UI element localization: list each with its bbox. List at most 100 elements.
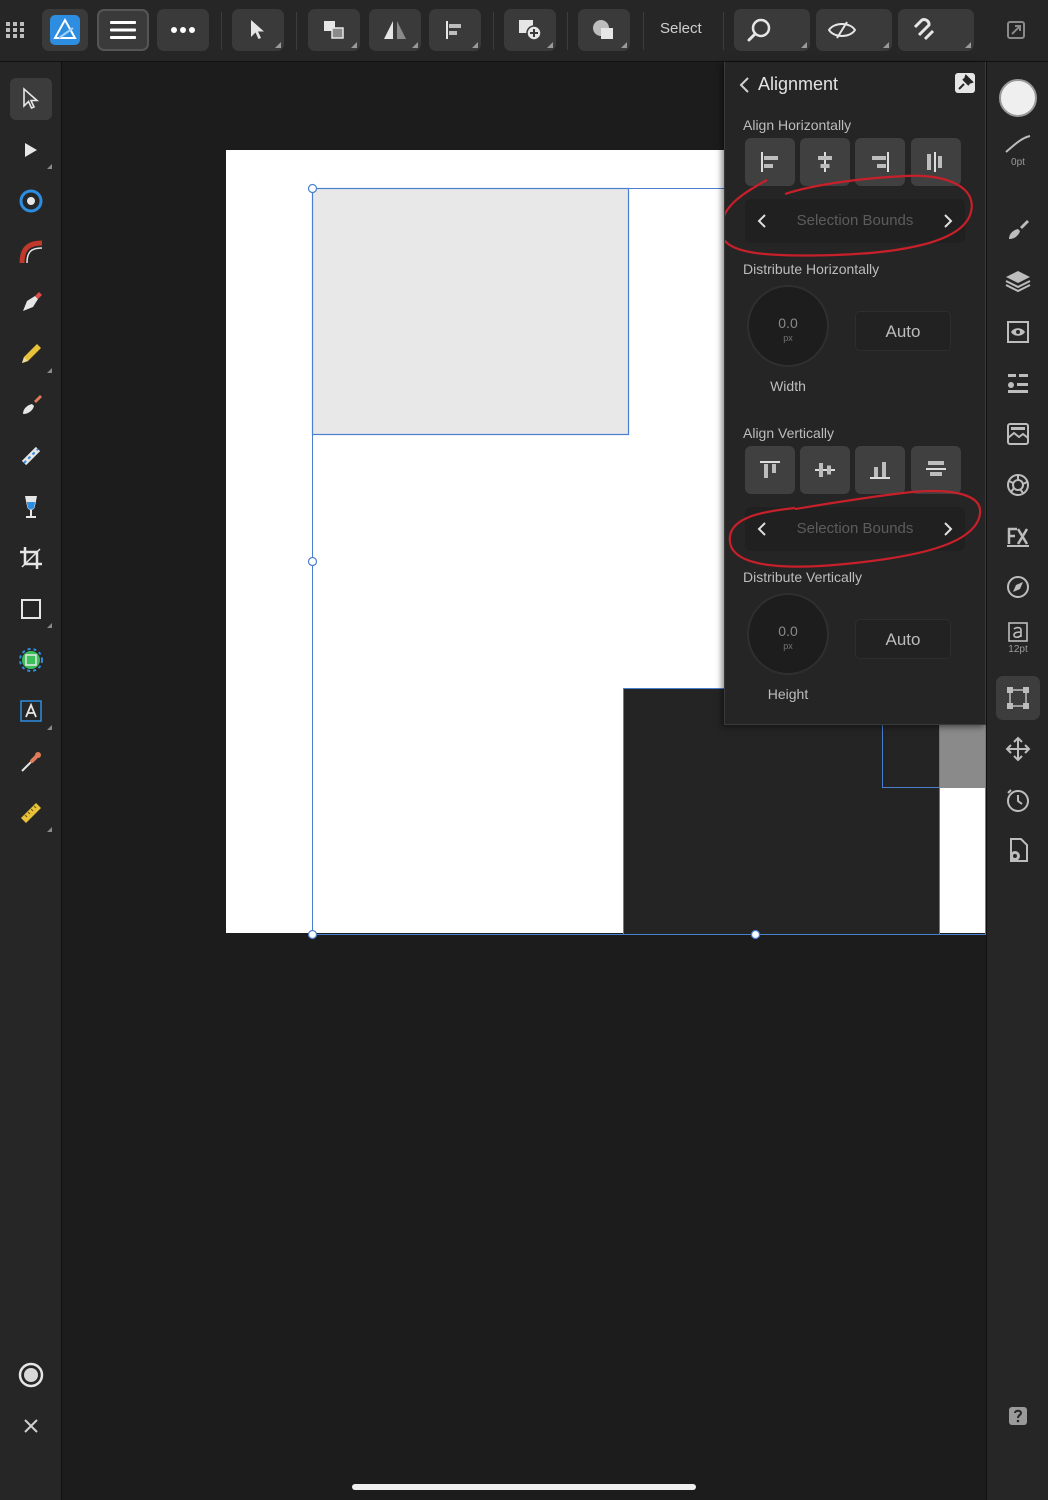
move-arrow-icon	[23, 87, 40, 110]
align-right-icon	[872, 152, 889, 172]
dropdown-triangle-icon	[275, 42, 281, 48]
selection-handle[interactable]	[307, 183, 318, 194]
color-picker-tool[interactable]	[10, 741, 52, 783]
align-bottom-button[interactable]	[855, 446, 905, 494]
help-button[interactable]	[996, 1394, 1040, 1438]
back-chevron-icon[interactable]	[735, 74, 755, 96]
measure-tool[interactable]	[10, 792, 52, 834]
chevron-right-icon[interactable]	[941, 211, 955, 231]
boolean-operations-button[interactable]	[578, 9, 630, 51]
transform-icon	[1007, 687, 1029, 709]
dropdown-triangle-icon	[351, 42, 357, 48]
auto-vertical-button[interactable]: Auto	[855, 619, 951, 659]
pen-tool[interactable]	[10, 282, 52, 324]
dropdown-triangle-icon	[412, 42, 418, 48]
brushes-studio[interactable]	[996, 208, 1040, 252]
color-wheel-button[interactable]	[10, 1354, 52, 1396]
horizontal-relative-to-selector[interactable]: Selection Bounds	[745, 199, 965, 243]
node-tool[interactable]	[10, 129, 52, 171]
gray-rectangle[interactable]	[939, 722, 986, 788]
assets-studio[interactable]	[996, 412, 1040, 456]
fill-icon	[21, 446, 41, 466]
pencil-tool[interactable]	[10, 333, 52, 375]
pin-icon	[958, 74, 974, 90]
space-horizontally-button[interactable]	[911, 138, 961, 186]
dropdown-triangle-icon	[883, 42, 889, 48]
flip-button[interactable]	[369, 9, 421, 51]
dropdown-triangle-icon	[965, 42, 971, 48]
width-spacing-dial[interactable]: 0.0 px	[747, 285, 829, 367]
auto-horizontal-button[interactable]: Auto	[855, 311, 951, 351]
navigator-studio[interactable]	[996, 565, 1040, 609]
document-grid-button[interactable]	[0, 9, 30, 51]
menu-button[interactable]	[97, 9, 149, 51]
space-vertically-button[interactable]	[911, 446, 961, 494]
document-settings-studio[interactable]	[996, 829, 1040, 873]
appearance-studio[interactable]	[996, 310, 1040, 354]
selection-handle[interactable]	[750, 929, 761, 940]
color-circle-icon	[18, 1362, 44, 1388]
align-right-button[interactable]	[855, 138, 905, 186]
select-mode-label[interactable]: Select	[660, 20, 702, 37]
studio-bar: 0pt 12pt	[986, 62, 1048, 1500]
align-middle-button[interactable]	[800, 446, 850, 494]
magnet-icon	[913, 18, 935, 41]
text-frame-icon	[20, 700, 42, 722]
transform-studio[interactable]	[996, 676, 1040, 720]
selection-handle[interactable]	[307, 556, 318, 567]
stroke-width-label: 0pt	[1011, 157, 1025, 168]
vertical-relative-to-selector[interactable]: Selection Bounds	[745, 507, 965, 551]
close-studio-button[interactable]	[10, 1405, 52, 1447]
small-dark-rectangle[interactable]	[882, 722, 939, 788]
rectangle-tool[interactable]	[10, 588, 52, 630]
align-center-horizontal-button[interactable]	[800, 138, 850, 186]
dropdown-triangle-icon	[47, 827, 52, 832]
contour-tool[interactable]	[10, 180, 52, 222]
insert-button[interactable]	[504, 9, 556, 51]
chevron-right-icon[interactable]	[941, 519, 955, 539]
height-spacing-dial[interactable]: 0.0 px	[747, 593, 829, 675]
fill-color-swatch[interactable]	[996, 76, 1040, 120]
view-mode-button[interactable]	[816, 9, 892, 51]
character-icon	[1008, 622, 1028, 642]
move-studio[interactable]	[996, 727, 1040, 771]
height-spacing-unit: px	[783, 641, 793, 651]
history-studio[interactable]	[996, 778, 1040, 822]
light-gray-rectangle[interactable]	[311, 187, 630, 436]
move-tool[interactable]	[10, 78, 52, 120]
view-mode-icon	[827, 21, 857, 39]
crop-icon	[20, 547, 42, 569]
align-button[interactable]	[429, 9, 481, 51]
text-styles-icon	[1008, 374, 1028, 393]
align-left-button[interactable]	[745, 138, 795, 186]
distribute-vertical-icon	[926, 461, 946, 476]
more-button[interactable]	[157, 9, 209, 51]
designer-persona-button[interactable]	[42, 9, 88, 51]
align-top-button[interactable]	[745, 446, 795, 494]
fill-tool[interactable]	[10, 435, 52, 477]
cursor-icon	[251, 20, 264, 39]
move-arrows-icon	[1005, 736, 1031, 762]
selection-handle[interactable]	[307, 929, 318, 940]
crop-tool[interactable]	[10, 537, 52, 579]
selection-mode-button[interactable]	[232, 9, 284, 51]
character-studio[interactable]: 12pt	[996, 616, 1040, 660]
pin-button[interactable]	[955, 73, 975, 93]
stroke-studio[interactable]: 0pt	[996, 128, 1040, 172]
corner-tool[interactable]	[10, 231, 52, 273]
swatches-studio[interactable]	[996, 463, 1040, 507]
layers-studio[interactable]	[996, 259, 1040, 303]
place-image-tool[interactable]	[10, 639, 52, 681]
home-indicator[interactable]	[352, 1484, 696, 1490]
transparency-tool[interactable]	[10, 486, 52, 528]
align-horizontally-label: Align Horizontally	[743, 117, 852, 133]
fullscreen-button[interactable]	[996, 9, 1036, 51]
snapping-button[interactable]	[898, 9, 974, 51]
effects-studio[interactable]	[996, 514, 1040, 558]
text-styles-studio[interactable]	[996, 361, 1040, 405]
vertical-bounds-value: Selection Bounds	[796, 520, 914, 537]
arrange-button[interactable]	[308, 9, 360, 51]
view-zoom-button[interactable]	[734, 9, 810, 51]
vector-brush-tool[interactable]	[10, 384, 52, 426]
artistic-text-tool[interactable]	[10, 690, 52, 732]
